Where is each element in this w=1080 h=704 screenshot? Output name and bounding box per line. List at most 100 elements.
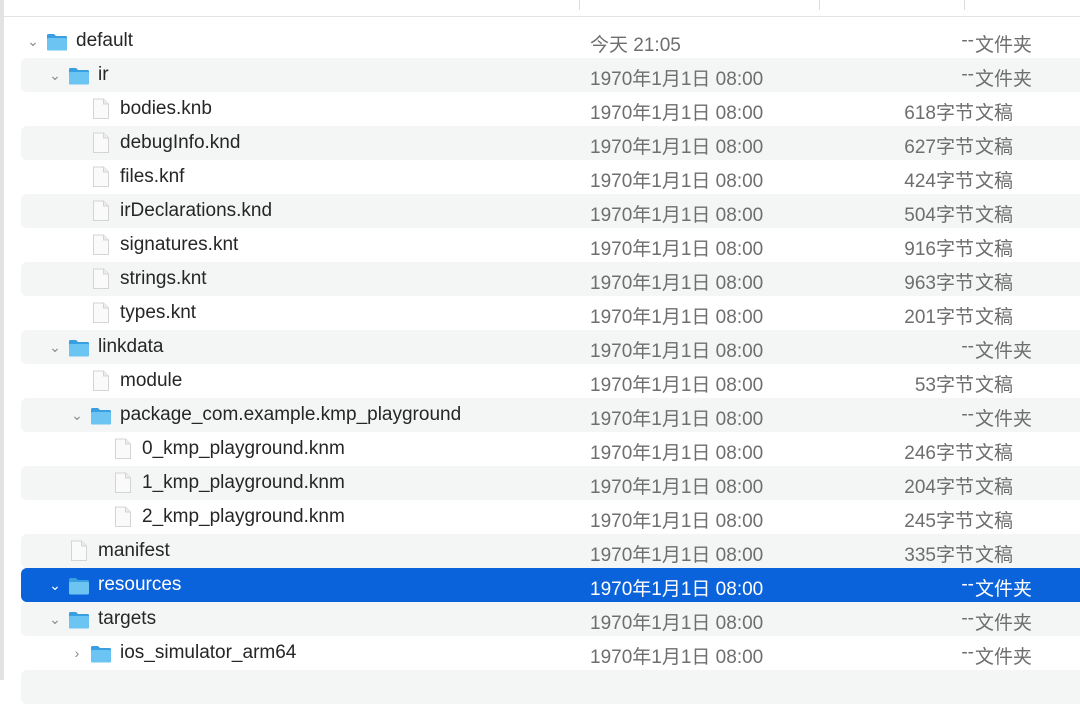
file-size: -- xyxy=(961,404,974,425)
file-name: files.knf xyxy=(120,166,185,187)
file-kind: 文稿 xyxy=(975,273,1014,294)
document-icon xyxy=(114,506,132,534)
date-modified: 1970年1月1日 08:00 xyxy=(590,477,764,498)
file-row[interactable]: irDeclarations.knd 1970年1月1日 08:00 504字节 文稿 xyxy=(21,194,1080,228)
folder-row[interactable]: ⌄ resources 1970年1月1日 08:00 -- 文件夹 xyxy=(21,568,1080,602)
file-row[interactable]: 1_kmp_playground.knm 1970年1月1日 08:00 204字节… xyxy=(21,466,1080,500)
file-row[interactable]: 0_kmp_playground.knm 1970年1月1日 08:00 246字节… xyxy=(21,432,1080,466)
column-header-bar xyxy=(4,0,1080,17)
column-divider[interactable] xyxy=(819,0,820,10)
file-kind: 文件夹 xyxy=(975,579,1033,600)
folder-icon xyxy=(90,644,112,670)
date-modified: 1970年1月1日 08:00 xyxy=(590,205,764,226)
window-left-edge xyxy=(0,0,4,680)
document-icon xyxy=(114,438,132,466)
file-row[interactable]: strings.knt 1970年1月1日 08:00 963字节 文稿 xyxy=(21,262,1080,296)
file-name: bodies.knb xyxy=(120,98,212,119)
file-size: -- xyxy=(961,642,974,663)
file-kind: 文稿 xyxy=(975,511,1014,532)
file-name: module xyxy=(120,370,183,391)
file-row[interactable]: files.knf 1970年1月1日 08:00 424字节 文稿 xyxy=(21,160,1080,194)
list-row-partial[interactable] xyxy=(21,670,1080,704)
column-divider[interactable] xyxy=(964,0,965,10)
date-modified: 1970年1月1日 08:00 xyxy=(590,137,764,158)
file-row[interactable]: manifest 1970年1月1日 08:00 335字节 文稿 xyxy=(21,534,1080,568)
file-size: 246字节 xyxy=(904,443,974,464)
file-name: ios_simulator_arm64 xyxy=(120,642,297,663)
file-row[interactable]: module 1970年1月1日 08:00 53字节 文稿 xyxy=(21,364,1080,398)
date-modified: 1970年1月1日 08:00 xyxy=(590,69,764,90)
file-size: 424字节 xyxy=(904,171,974,192)
file-kind: 文稿 xyxy=(975,171,1014,192)
date-modified: 1970年1月1日 08:00 xyxy=(590,579,764,600)
document-icon xyxy=(92,234,110,262)
date-modified: 1970年1月1日 08:00 xyxy=(590,443,764,464)
file-size: 627字节 xyxy=(904,137,974,158)
file-row[interactable]: 2_kmp_playground.knm 1970年1月1日 08:00 245字节… xyxy=(21,500,1080,534)
file-kind: 文件夹 xyxy=(975,409,1033,430)
file-kind: 文稿 xyxy=(975,443,1014,464)
chevron-down-icon[interactable]: ⌄ xyxy=(48,575,62,595)
file-name: 2_kmp_playground.knm xyxy=(142,506,345,527)
document-icon xyxy=(70,540,88,568)
file-kind: 文件夹 xyxy=(975,341,1033,362)
file-name: ir xyxy=(98,64,109,85)
file-name: 1_kmp_playground.knm xyxy=(142,472,345,493)
file-kind: 文稿 xyxy=(975,375,1014,396)
folder-row[interactable]: › ios_simulator_arm64 1970年1月1日 08:00 -- 文件夹 xyxy=(21,636,1080,670)
file-row[interactable]: types.knt 1970年1月1日 08:00 201字节 文稿 xyxy=(21,296,1080,330)
folder-row[interactable]: ⌄ ir 1970年1月1日 08:00 -- 文件夹 xyxy=(21,58,1080,92)
chevron-down-icon[interactable]: ⌄ xyxy=(70,405,84,425)
date-modified: 1970年1月1日 08:00 xyxy=(590,239,764,260)
document-icon xyxy=(92,370,110,398)
date-modified: 1970年1月1日 08:00 xyxy=(590,171,764,192)
file-name: linkdata xyxy=(98,336,164,357)
date-modified: 1970年1月1日 08:00 xyxy=(590,103,764,124)
file-size: 201字节 xyxy=(904,307,974,328)
folder-icon xyxy=(46,32,68,58)
chevron-down-icon[interactable]: ⌄ xyxy=(48,337,62,357)
date-modified: 1970年1月1日 08:00 xyxy=(590,511,764,532)
date-modified: 1970年1月1日 08:00 xyxy=(590,545,764,566)
file-kind: 文稿 xyxy=(975,307,1014,328)
date-modified: 1970年1月1日 08:00 xyxy=(590,341,764,362)
file-name: targets xyxy=(98,608,157,629)
folder-row[interactable]: ⌄ linkdata 1970年1月1日 08:00 -- 文件夹 xyxy=(21,330,1080,364)
document-icon xyxy=(92,302,110,330)
file-name: irDeclarations.knd xyxy=(120,200,273,221)
chevron-down-icon[interactable]: ⌄ xyxy=(48,65,62,85)
file-name: default xyxy=(76,30,134,51)
document-icon xyxy=(114,472,132,500)
file-row[interactable]: signatures.knt 1970年1月1日 08:00 916字节 文稿 xyxy=(21,228,1080,262)
file-size: 618字节 xyxy=(904,103,974,124)
file-kind: 文件夹 xyxy=(975,613,1033,634)
date-modified: 1970年1月1日 08:00 xyxy=(590,375,764,396)
file-name: resources xyxy=(98,574,182,595)
folder-row[interactable]: ⌄ default 今天 21:05 -- 文件夹 xyxy=(21,24,1080,58)
file-size: 53字节 xyxy=(914,375,974,396)
document-icon xyxy=(92,132,110,160)
document-icon xyxy=(92,268,110,296)
document-icon xyxy=(92,166,110,194)
file-size: 916字节 xyxy=(904,239,974,260)
file-name: manifest xyxy=(98,540,170,561)
folder-row[interactable]: ⌄ package_com.example.kmp_playground 1970年… xyxy=(21,398,1080,432)
file-size: -- xyxy=(961,30,974,51)
file-kind: 文稿 xyxy=(975,103,1014,124)
chevron-down-icon[interactable]: ⌄ xyxy=(26,31,40,51)
date-modified: 1970年1月1日 08:00 xyxy=(590,613,764,634)
file-name: signatures.knt xyxy=(120,234,239,255)
chevron-right-icon[interactable]: › xyxy=(70,643,84,663)
file-row[interactable]: debugInfo.knd 1970年1月1日 08:00 627字节 文稿 xyxy=(21,126,1080,160)
date-modified: 1970年1月1日 08:00 xyxy=(590,409,764,430)
folder-row[interactable]: ⌄ targets 1970年1月1日 08:00 -- 文件夹 xyxy=(21,602,1080,636)
document-icon xyxy=(92,98,110,126)
file-kind: 文稿 xyxy=(975,137,1014,158)
column-divider[interactable] xyxy=(579,0,580,10)
date-modified: 1970年1月1日 08:00 xyxy=(590,647,764,668)
chevron-down-icon[interactable]: ⌄ xyxy=(48,609,62,629)
file-name: package_com.example.kmp_playground xyxy=(120,404,462,425)
file-row[interactable]: bodies.knb 1970年1月1日 08:00 618字节 文稿 xyxy=(21,92,1080,126)
file-size: -- xyxy=(961,608,974,629)
file-size: 245字节 xyxy=(904,511,974,532)
